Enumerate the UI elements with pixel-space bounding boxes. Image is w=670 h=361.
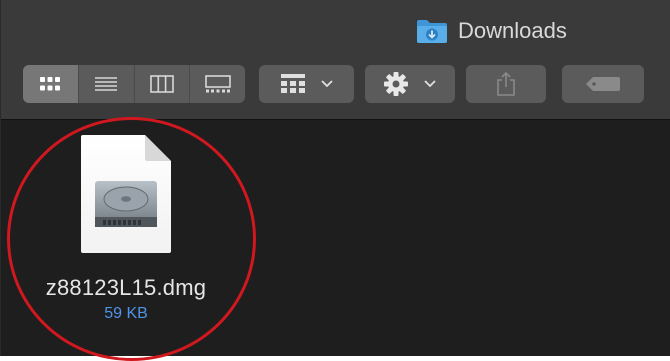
folder-downloads-icon (416, 18, 448, 44)
file-size: 59 KB (104, 305, 148, 322)
view-mode-segmented-control (23, 65, 245, 103)
list-icon (95, 77, 118, 91)
action-menu-button[interactable] (365, 65, 455, 103)
chevron-down-icon (320, 80, 333, 88)
toolbar (23, 64, 644, 104)
gallery-view-button[interactable] (190, 65, 245, 103)
columns-icon (150, 75, 174, 93)
group-by-button[interactable] (259, 65, 354, 103)
chevron-down-icon (424, 80, 436, 88)
tag-icon (586, 77, 620, 91)
column-view-button[interactable] (135, 65, 191, 103)
gear-icon (384, 72, 408, 96)
titlebar: Downloads (1, 0, 670, 120)
file-item[interactable]: z88123L15.dmg 59 KB (21, 135, 231, 323)
window-title: Downloads (416, 18, 567, 44)
gallery-icon (204, 75, 231, 93)
share-icon (497, 71, 515, 96)
share-button[interactable] (466, 65, 546, 103)
grid-icon (40, 77, 61, 91)
tag-button[interactable] (562, 65, 644, 103)
disk-image-icon (81, 135, 171, 253)
icon-view-button[interactable] (23, 65, 79, 103)
window-title-text: Downloads (458, 18, 567, 43)
group-icon (280, 74, 305, 93)
finder-window: Downloads z88123L15.dmg 59 KB (0, 0, 670, 361)
list-view-button[interactable] (79, 65, 135, 103)
file-name: z88123L15.dmg (45, 275, 207, 300)
